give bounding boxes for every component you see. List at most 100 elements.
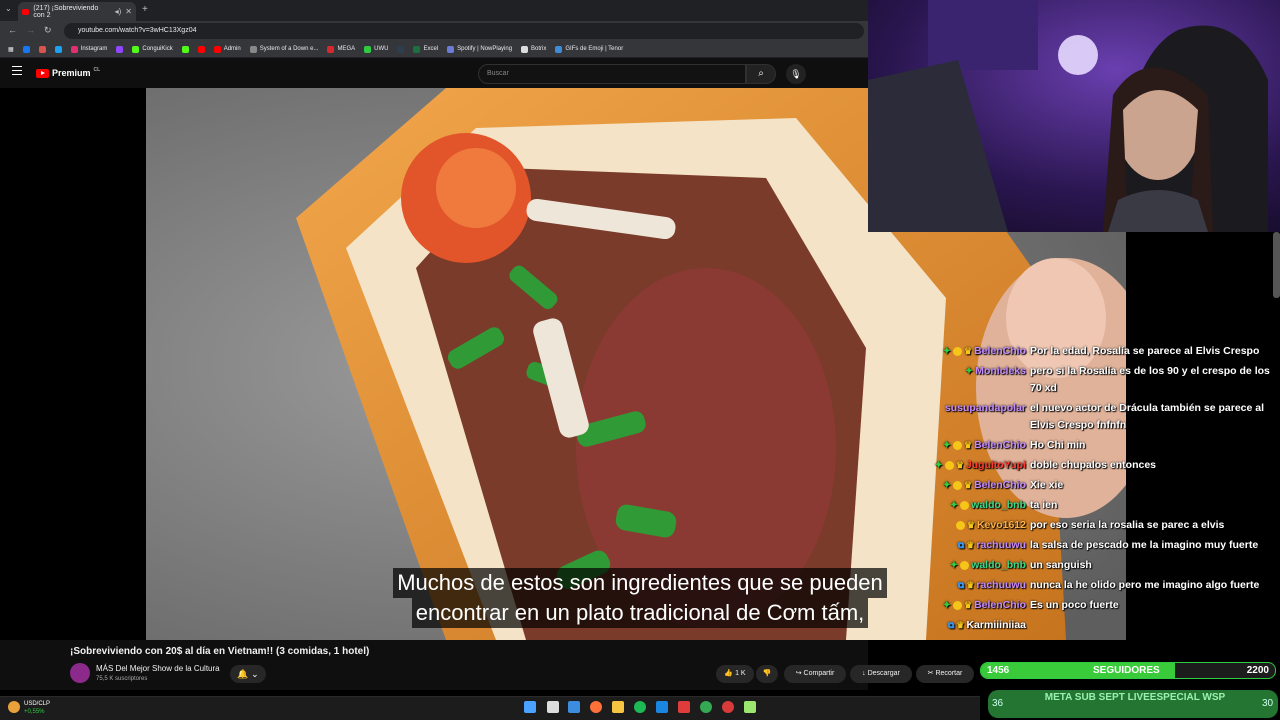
voice-search-button[interactable]: 🎙: [786, 64, 806, 84]
task-view-icon[interactable]: [547, 701, 559, 713]
chat-text: doble chupalos entonces: [1030, 459, 1157, 471]
bookmarks-bar: ▦ Instagram ConguiKick Admin System of a…: [0, 41, 868, 58]
bookmark-instagram[interactable]: Instagram: [70, 45, 107, 53]
youtube-icon[interactable]: [197, 45, 205, 53]
chat-username: waldo_bnb: [971, 499, 1026, 511]
chat-text: por eso seria la rosalia se parec a elvi…: [1030, 519, 1225, 531]
tab-title: (217) ¡Sobreviviendo con 2: [33, 4, 99, 19]
spotify-icon[interactable]: [634, 701, 646, 713]
kick-icon[interactable]: [181, 45, 189, 53]
notification-bell-button[interactable]: 🔔 ⌄: [230, 665, 266, 683]
channel-name[interactable]: MÁS Del Mejor Show de la Cultura: [96, 664, 220, 673]
thumbs-up-icon: 👍: [724, 670, 734, 677]
reload-icon[interactable]: ↻: [44, 25, 52, 36]
audio-icon[interactable]: ◂): [115, 7, 122, 16]
chat-message: ✦ ♛ JuguitoYupi doble chupalos entonces: [932, 457, 1280, 474]
chat-message: ♛ Kevo1612 por eso seria la rosalia se pa…: [932, 517, 1280, 534]
share-icon: ↪: [795, 670, 802, 677]
file-explorer-icon[interactable]: [612, 701, 624, 713]
video-subtitles: Muchos de estos son ingredientes que se …: [300, 568, 980, 628]
channel-subscribers: 75,5 K suscriptores: [96, 676, 148, 682]
bookmark-admin[interactable]: Admin: [213, 45, 241, 53]
thumbs-down-icon: 👎: [762, 670, 772, 677]
followers-label: SEGUIDORES: [1093, 665, 1160, 676]
chat-username: Monicleks: [975, 365, 1026, 377]
chat-username: BelenChio: [974, 599, 1026, 611]
back-icon[interactable]: ←: [8, 25, 17, 35]
bookmark-tenor[interactable]: GIFs de Emoji | Tenor: [555, 45, 623, 53]
youtube-logo[interactable]: Premium CL: [36, 67, 100, 78]
bookmark-excel[interactable]: Excel: [413, 45, 438, 53]
chat-overlay: ✦ ♛ BelenChio Por la edad, Rosalía se pare…: [932, 343, 1280, 637]
weather-icon[interactable]: [8, 701, 20, 713]
facebook-icon[interactable]: [22, 45, 30, 53]
chat-message: ⧉ ♛ rachuuwu la salsa de pescado me la ima…: [932, 537, 1280, 554]
tumblr-icon[interactable]: [397, 45, 405, 53]
bookmark-uwu[interactable]: UWU: [364, 45, 388, 53]
download-button[interactable]: ↓ Descargar: [850, 665, 912, 683]
page-scrollbar[interactable]: [1273, 232, 1280, 298]
obs-icon[interactable]: [722, 701, 734, 713]
twitch-icon[interactable]: [116, 45, 124, 53]
bookmark-icon[interactable]: [54, 45, 62, 53]
chat-username: BelenChio: [974, 439, 1026, 451]
share-button[interactable]: ↪ Compartir: [784, 665, 846, 683]
dislike-button[interactable]: 👎: [756, 665, 778, 683]
chat-username: rachuuwu: [976, 579, 1026, 591]
browser-tab[interactable]: (217) ¡Sobreviviendo con 2 ◂) ✕: [18, 2, 136, 21]
windows-start-icon[interactable]: [524, 701, 536, 713]
brand-label: Premium: [52, 68, 91, 78]
bookmark-conguikick[interactable]: ConguiKick: [132, 45, 173, 53]
chat-username: rachuuwu: [976, 539, 1026, 551]
chat-message: ⧉ ♛ rachuuwu nunca la he olido pero me ima…: [932, 577, 1280, 594]
microphone-icon: 🎙: [790, 69, 802, 79]
bookmark-spotify[interactable]: Spotify | NowPlaying: [447, 45, 512, 53]
sub-goal-right-count: 30: [1262, 698, 1274, 709]
chat-username: Karmiiiniiaa: [966, 619, 1026, 631]
clip-button[interactable]: ✂ Recortar: [916, 665, 974, 683]
stock-label: USD/CLP: [24, 701, 51, 707]
youtube-play-icon: [36, 68, 49, 78]
chat-username: Kevo1612: [976, 519, 1026, 531]
chat-username: JuguitoYupi: [965, 459, 1026, 471]
forward-icon[interactable]: →: [26, 25, 35, 35]
sub-goal-left-count: 36: [992, 698, 1004, 709]
widgets-icon[interactable]: [568, 701, 580, 713]
app-icon[interactable]: [678, 701, 690, 713]
chat-username: waldo_bnb: [971, 559, 1026, 571]
app-icon[interactable]: [744, 701, 756, 713]
menu-icon[interactable]: [12, 66, 22, 78]
windows-taskbar: [0, 696, 980, 720]
bookmark-icon[interactable]: [38, 45, 46, 53]
followers-goal-bar: 1456 SEGUIDORES 2200: [980, 662, 1276, 679]
stock-widget[interactable]: USD/CLP +0,55%: [24, 700, 50, 716]
url-field[interactable]: youtube.com/watch?v=3wHC13Xgz04: [64, 23, 864, 39]
like-button[interactable]: 👍 1 K: [716, 665, 754, 683]
steam-icon[interactable]: [656, 701, 668, 713]
chat-text: pero si la Rosalía es de los 90 y el cre…: [1030, 365, 1270, 394]
chat-message: susupandapolar el nuevo actor de Drácula…: [932, 400, 1280, 434]
bookmark-mega[interactable]: MEGA: [327, 45, 355, 53]
chat-text: la salsa de pescado me la imagino muy fu…: [1030, 539, 1259, 551]
close-tab-icon[interactable]: ✕: [125, 7, 132, 16]
new-tab-button[interactable]: +: [142, 4, 148, 15]
chat-message: ✦ ♛ BelenChio Es un poco fuerte: [932, 597, 1280, 614]
tab-list-icon[interactable]: ⌄: [5, 4, 12, 13]
firefox-icon[interactable]: [590, 701, 602, 713]
bookmark-botrix[interactable]: Botrix: [521, 45, 546, 53]
apps-icon[interactable]: ▦: [8, 46, 14, 53]
chat-text: nunca la he olido pero me imagino algo f…: [1030, 579, 1260, 591]
chat-message: ✦ Monicleks pero si la Rosalía es de los …: [932, 363, 1280, 397]
bookmark-system-of-a-down[interactable]: System of a Down e...: [249, 45, 318, 53]
search-button[interactable]: ⌕: [746, 64, 776, 84]
search-input[interactable]: Buscar: [478, 64, 746, 84]
channel-avatar[interactable]: [70, 663, 90, 683]
chat-message: ✦ waldo_bnb un sanguish: [932, 557, 1280, 574]
streamer-webcam-feed: [868, 0, 1280, 232]
chat-message: ✦ ♛ BelenChio Xie xie: [932, 477, 1280, 494]
chrome-icon[interactable]: [700, 701, 712, 713]
chat-text: Por la edad, Rosalía se parece al Elvis …: [1030, 345, 1260, 357]
chat-username: BelenChio: [974, 479, 1026, 491]
chat-message: ✦ ♛ BelenChio Por la edad, Rosalía se pare…: [932, 343, 1280, 360]
chat-text: ta ien: [1030, 499, 1058, 511]
